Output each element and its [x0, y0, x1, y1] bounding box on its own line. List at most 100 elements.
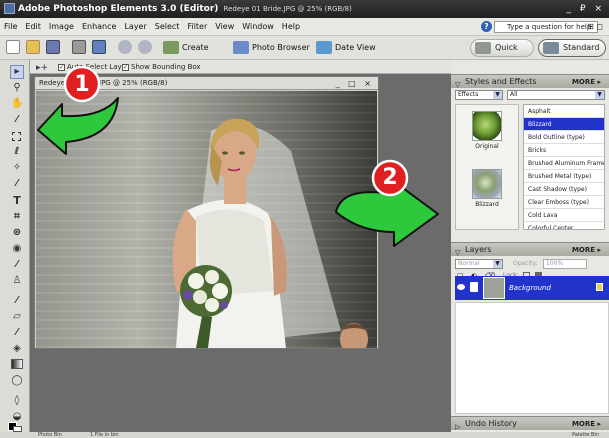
selection-brush-tool-icon[interactable]: ⁄ — [11, 178, 23, 190]
help-search-input[interactable]: ? Type a question for help — [481, 21, 598, 33]
date-view-button[interactable]: Date View — [335, 36, 376, 60]
status-bar: Photo Bin 1 File in bin Palette Bin — [0, 432, 609, 438]
save-icon[interactable] — [46, 40, 60, 54]
title-bar: Adobe Photoshop Elements 3.0 (Editor) Re… — [0, 0, 609, 18]
standard-edit-button[interactable]: Standard Edit — [538, 39, 606, 68]
red-eye-tool-icon[interactable]: ◉ — [11, 243, 23, 255]
marquee-tool-icon[interactable] — [12, 132, 21, 141]
opacity-label: Opacity: — [513, 260, 538, 267]
create-icon[interactable] — [163, 41, 179, 54]
styles-effects-header[interactable]: ▽ Styles and Effects MORE ▸ — [451, 74, 609, 89]
menu-window[interactable]: Window — [238, 18, 278, 36]
opacity-field[interactable]: 100% — [543, 259, 587, 269]
photo-bin-label[interactable]: Photo Bin — [38, 432, 62, 438]
undo-more-button[interactable]: MORE ▸ — [572, 417, 601, 431]
document-info: Redeye 01 Bride.JPG @ 25% (RGB/8) — [223, 5, 352, 13]
brush-icon — [470, 282, 478, 292]
effect-item[interactable]: Colorful Center — [524, 222, 604, 229]
styles-more-button[interactable]: MORE ▸ — [572, 75, 601, 89]
menu-bar: File Edit Image Enhance Layer Select Filter Vie… — [0, 18, 609, 36]
show-bounding-label: Show Bounding Box — [131, 63, 201, 71]
print-preview-icon[interactable] — [92, 40, 106, 54]
app-title: Adobe Photoshop Elements 3.0 (Editor) — [18, 4, 219, 14]
chevron-down-icon: ▼ — [493, 260, 502, 268]
original-thumbnail[interactable] — [472, 111, 502, 141]
show-bounding-box-checkbox[interactable]: ✓ Show Bounding Box — [122, 60, 201, 74]
blend-mode-value: Normal — [458, 260, 480, 267]
help-placeholder: Type a question for help — [507, 23, 592, 31]
eye-icon[interactable] — [457, 284, 465, 290]
menu-view[interactable]: View — [211, 18, 238, 36]
effect-item[interactable]: Asphalt — [524, 105, 604, 118]
quick-fix-button[interactable]: Quick Fix — [470, 39, 534, 68]
chevron-down-icon: ▼ — [595, 91, 604, 99]
effects-filter-select[interactable]: All ▼ — [507, 90, 605, 100]
menu-layer[interactable]: Layer — [120, 18, 150, 36]
menu-enhance[interactable]: Enhance — [78, 18, 121, 36]
cookie-cutter-tool-icon[interactable]: ⊛ — [11, 227, 23, 239]
layers-header[interactable]: ▽ Layers MORE ▸ — [451, 242, 609, 257]
magic-wand-tool-icon[interactable]: ✧ — [11, 162, 23, 174]
layers-list-area — [455, 302, 609, 414]
standard-edit-icon — [543, 42, 559, 54]
menu-filter[interactable]: Filter — [183, 18, 211, 36]
shape-tool-icon[interactable]: ◯ — [11, 375, 23, 387]
undo-history-title: Undo History — [465, 419, 517, 428]
date-view-icon[interactable] — [316, 41, 332, 54]
effect-item[interactable]: Cast Shadow (type) — [524, 183, 604, 196]
effect-item[interactable]: Cold Lava — [524, 209, 604, 222]
eraser-tool-icon[interactable]: ▱ — [11, 311, 23, 323]
styles-effects-title: Styles and Effects — [465, 77, 537, 86]
callout-2-number: 2 — [382, 165, 398, 190]
layer-name: Background — [509, 284, 551, 292]
layers-more-button[interactable]: MORE ▸ — [572, 243, 601, 257]
open-folder-icon[interactable] — [26, 40, 40, 54]
photo-browser-button[interactable]: Photo Browser — [252, 36, 310, 60]
document-window-controls[interactable]: _ □ × — [336, 77, 374, 90]
quick-fix-icon — [475, 42, 491, 54]
effect-item[interactable]: Brushed Metal (type) — [524, 170, 604, 183]
photo-browser-icon[interactable] — [233, 41, 249, 54]
clone-stamp-tool-icon[interactable]: ♙ — [11, 275, 23, 287]
paint-bucket-tool-icon[interactable]: ◈ — [11, 343, 23, 355]
effect-item[interactable]: Bold Outline (type) — [524, 131, 604, 144]
lock-icon — [596, 283, 603, 291]
palette-bin-label[interactable]: Palette Bin — [572, 432, 599, 438]
gradient-tool-icon[interactable] — [11, 359, 23, 369]
new-file-icon[interactable] — [6, 40, 20, 54]
chevron-down-icon: ▼ — [493, 91, 502, 99]
undo-icon[interactable] — [118, 40, 132, 54]
window-controls[interactable]: _ ₽ × — [567, 0, 606, 18]
undo-history-header[interactable]: ▷ Undo History MORE ▸ — [451, 416, 609, 431]
type-tool-icon[interactable]: T — [11, 195, 23, 207]
print-icon[interactable] — [72, 40, 86, 54]
effect-item[interactable]: Bricks — [524, 144, 604, 157]
healing-brush-tool-icon[interactable]: ⁄ — [11, 259, 23, 271]
palette-toggle-icons[interactable]: ⊞ ◻ — [587, 18, 603, 36]
blur-tool-icon[interactable]: ◊ — [11, 395, 23, 407]
blend-mode-select[interactable]: Normal ▼ — [455, 259, 503, 269]
menu-select[interactable]: Select — [151, 18, 184, 36]
file-count: 1 File in bin — [90, 432, 119, 438]
layer-row-background[interactable]: Background — [455, 276, 609, 300]
menu-help[interactable]: Help — [278, 18, 304, 36]
brush-tool-icon[interactable]: ⁄ — [11, 327, 23, 339]
effects-category-select[interactable]: Effects ▼ — [455, 90, 503, 100]
effect-item[interactable]: Clear Emboss (type) — [524, 196, 604, 209]
shortcuts-toolbar: Create Photo Browser Date View Quick Fix… — [0, 36, 609, 68]
menu-image[interactable]: Image — [45, 18, 78, 36]
menu-edit[interactable]: Edit — [21, 18, 45, 36]
blizzard-thumb-label: Blizzard — [475, 201, 499, 208]
pencil-tool-icon[interactable]: ⁄ — [11, 295, 23, 307]
help-icon: ? — [481, 21, 492, 32]
effects-list: Asphalt Blizzard Bold Outline (type) Bri… — [523, 104, 605, 230]
redo-icon[interactable] — [138, 40, 152, 54]
crop-tool-icon[interactable]: ⌗ — [11, 211, 23, 223]
blizzard-thumbnail[interactable] — [472, 169, 502, 199]
collapse-triangle-icon[interactable]: ▽ — [455, 246, 460, 260]
menu-file[interactable]: File — [0, 18, 21, 36]
original-thumb-label: Original — [475, 143, 499, 150]
effect-item-selected[interactable]: Blizzard — [524, 118, 604, 131]
effect-item[interactable]: Brushed Aluminum Frame — [524, 157, 604, 170]
create-button[interactable]: Create — [182, 36, 209, 60]
